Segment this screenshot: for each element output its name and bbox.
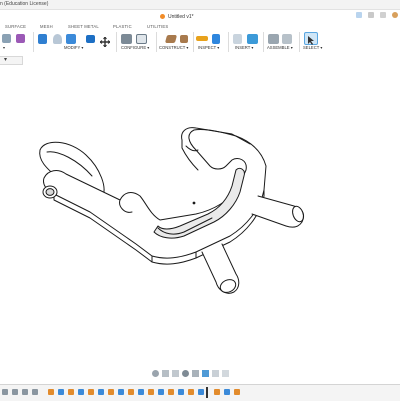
draft-icon[interactable] (66, 34, 76, 44)
assemble-menu[interactable]: ASSEMBLE ▾ (267, 45, 293, 50)
timeline-feature-icon[interactable] (148, 389, 154, 395)
timeline-feature-icon[interactable] (138, 389, 144, 395)
modify-menu[interactable]: MODIFY ▾ (64, 45, 83, 50)
construct-menu[interactable]: CONSTRUCT ▾ (159, 45, 188, 50)
timeline-feature-icon[interactable] (188, 389, 194, 395)
tab-plastic[interactable]: PLASTIC (113, 24, 132, 29)
select-menu[interactable]: SELECT ▾ (303, 45, 322, 50)
job-status-icon[interactable] (368, 12, 374, 18)
timeline-marker[interactable] (206, 387, 208, 398)
plane-icon[interactable] (164, 35, 178, 43)
extrude-icon[interactable] (16, 34, 25, 43)
shell-icon[interactable] (53, 34, 62, 44)
timeline-feature-icon[interactable] (234, 389, 240, 395)
move-icon[interactable] (99, 34, 111, 48)
timeline-prev-icon[interactable] (12, 389, 18, 395)
timeline-feature-icon[interactable] (58, 389, 64, 395)
timeline-feature-icon[interactable] (88, 389, 94, 395)
document-title: Untitled v1* (168, 13, 194, 20)
display-settings-icon[interactable] (202, 369, 209, 377)
fit-icon[interactable] (192, 369, 199, 377)
timeline-start-icon[interactable] (2, 389, 8, 395)
document-status-icon (160, 14, 165, 19)
tab-mesh[interactable]: MESH (40, 24, 53, 29)
app-title: n (Education License) (0, 1, 49, 7)
navigation-bar (152, 368, 229, 378)
timeline (0, 384, 400, 401)
chevron-down-icon[interactable]: ▾ (4, 56, 7, 63)
timeline-feature-icon[interactable] (118, 389, 124, 395)
document-tab[interactable]: Untitled v1* (160, 12, 194, 21)
help-icon[interactable] (380, 12, 386, 18)
timeline-feature-icon[interactable] (198, 389, 204, 395)
toolbar-separator (263, 32, 264, 52)
timeline-feature-icon[interactable] (158, 389, 164, 395)
timeline-feature-icon[interactable] (108, 389, 114, 395)
fillet-icon[interactable] (38, 34, 47, 44)
toolbar-separator (193, 32, 194, 52)
timeline-play-icon[interactable] (22, 389, 28, 395)
model-canvas[interactable] (0, 64, 400, 364)
create-group-fragment[interactable]: ▾ (3, 45, 5, 50)
timeline-feature-icon[interactable] (224, 389, 230, 395)
tab-surface[interactable]: SURFACE (5, 24, 26, 29)
orbit-icon[interactable] (152, 369, 159, 377)
insert-menu[interactable]: INSERT ▾ (235, 45, 253, 50)
toolbar-separator (228, 32, 229, 52)
title-bar: n (Education License) (0, 0, 400, 10)
inspect-menu[interactable]: INSPECT ▾ (198, 45, 219, 50)
account-icon[interactable] (392, 12, 398, 18)
timeline-feature-icon[interactable] (168, 389, 174, 395)
toolbar-separator (299, 32, 300, 52)
axis-icon[interactable] (180, 35, 188, 43)
timeline-feature-icon[interactable] (68, 389, 74, 395)
select-icon[interactable] (304, 32, 318, 45)
grid-icon[interactable] (212, 369, 219, 377)
timeline-feature-icon[interactable] (98, 389, 104, 395)
insert-derive-icon[interactable] (233, 34, 242, 44)
configure-menu[interactable]: CONFIGURE ▾ (121, 45, 149, 50)
timeline-feature-icon[interactable] (48, 389, 54, 395)
tab-utilities[interactable]: UTILITIES (147, 24, 168, 29)
joint-origin-icon[interactable] (282, 34, 292, 44)
combine-icon[interactable] (86, 35, 95, 43)
toolbar-separator (156, 32, 157, 52)
timeline-feature-icon[interactable] (78, 389, 84, 395)
look-at-icon[interactable] (162, 369, 169, 377)
tab-sheet-metal[interactable]: SHEET METAL (68, 24, 99, 29)
timeline-next-icon[interactable] (32, 389, 38, 395)
pan-icon[interactable] (172, 369, 179, 377)
timeline-feature-icon[interactable] (214, 389, 220, 395)
toolbar-separator (116, 32, 117, 52)
table-icon[interactable] (136, 34, 147, 44)
toolbar-separator (33, 32, 34, 52)
timeline-feature-icon[interactable] (128, 389, 134, 395)
solid-tool-icon[interactable] (2, 34, 11, 43)
window-controls (356, 12, 398, 18)
add-tab-icon[interactable] (356, 12, 362, 18)
section-icon[interactable] (212, 34, 220, 44)
timeline-feature-icon[interactable] (178, 389, 184, 395)
zoom-icon[interactable] (182, 369, 189, 377)
parameters-icon[interactable] (121, 34, 132, 44)
viewports-icon[interactable] (222, 369, 229, 377)
insert-image-icon[interactable] (247, 34, 258, 44)
joint-icon[interactable] (268, 34, 279, 44)
measure-icon[interactable] (196, 36, 208, 41)
